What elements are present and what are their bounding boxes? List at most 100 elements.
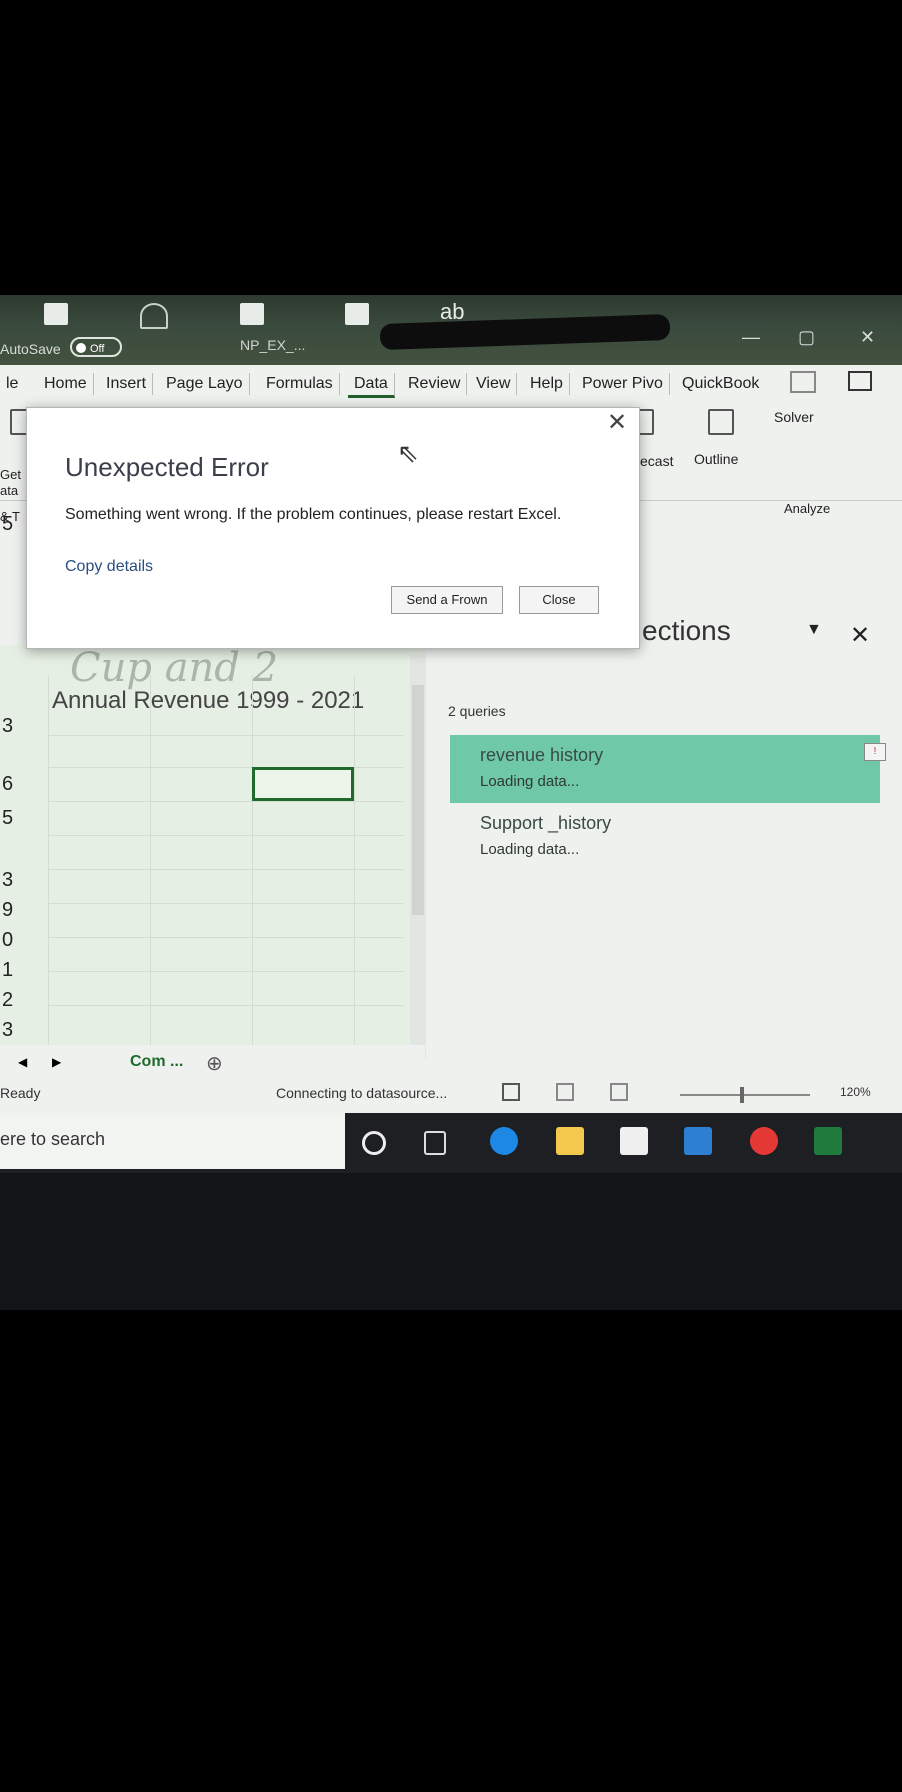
dialog-title: Unexpected Error bbox=[65, 452, 269, 482]
scrollbar-thumb[interactable] bbox=[412, 685, 424, 915]
excel-window: ab AutoSave Off NP_EX_... — ▢ ✕ le Home … bbox=[0, 295, 902, 1310]
query-status: Loading data... bbox=[480, 841, 580, 858]
tab-file[interactable]: le bbox=[0, 373, 24, 395]
file-explorer-icon[interactable] bbox=[556, 1127, 584, 1155]
tab-help[interactable]: Help bbox=[524, 373, 570, 395]
selected-cell[interactable] bbox=[252, 767, 354, 801]
close-window-button[interactable]: ✕ bbox=[860, 327, 875, 348]
share-icon[interactable] bbox=[790, 371, 816, 393]
chrome-icon[interactable] bbox=[750, 1127, 778, 1155]
gridline bbox=[48, 835, 403, 836]
gridline bbox=[48, 801, 403, 802]
tab-review[interactable]: Review bbox=[402, 373, 468, 395]
row-number: 5 bbox=[2, 807, 14, 829]
query-error-icon: ! bbox=[864, 743, 886, 761]
forecast-button[interactable]: ecast bbox=[640, 453, 673, 469]
gridline bbox=[48, 971, 403, 972]
row-number: 3 bbox=[2, 1019, 14, 1041]
queries-pane: ections ▼ ✕ 2 queries revenue history Lo… bbox=[440, 615, 902, 1045]
query-item-support-history[interactable]: Support _history Loading data... bbox=[450, 803, 880, 871]
tab-power-pivot[interactable]: Power Pivo bbox=[576, 373, 670, 395]
comments-icon[interactable] bbox=[848, 371, 872, 391]
redaction-mark bbox=[379, 313, 671, 351]
normal-view-icon[interactable] bbox=[502, 1083, 520, 1101]
query-status: Loading data... bbox=[480, 773, 580, 790]
zoom-slider-thumb[interactable] bbox=[740, 1087, 744, 1103]
close-dialog-button[interactable]: Close bbox=[519, 586, 599, 614]
row-number: 9 bbox=[2, 899, 14, 921]
status-message: Connecting to datasource... bbox=[276, 1085, 448, 1101]
tab-quickbooks[interactable]: QuickBook bbox=[676, 373, 765, 395]
zoom-level[interactable]: 120% bbox=[840, 1085, 871, 1099]
gridline bbox=[48, 869, 403, 870]
tab-insert[interactable]: Insert bbox=[100, 373, 154, 395]
autosave-state: Off bbox=[90, 343, 105, 355]
taskbar-search-box[interactable]: ere to search bbox=[0, 1113, 345, 1169]
row-number: 6 bbox=[2, 773, 14, 795]
row-number: 3 bbox=[2, 869, 14, 891]
row-number: 2 bbox=[2, 989, 14, 1011]
autosave-toggle[interactable]: Off bbox=[70, 337, 122, 357]
tab-formulas[interactable]: Formulas bbox=[260, 373, 340, 395]
excel-icon[interactable] bbox=[814, 1127, 842, 1155]
file-name[interactable]: NP_EX_... bbox=[240, 337, 305, 353]
table-icon[interactable] bbox=[240, 303, 264, 325]
next-sheet-icon[interactable]: ▶ bbox=[52, 1055, 61, 1069]
solver-button[interactable]: Solver bbox=[774, 409, 814, 425]
tab-page-layout[interactable]: Page Layo bbox=[160, 373, 250, 395]
gridline bbox=[48, 903, 403, 904]
outline-button[interactable]: Outline bbox=[694, 451, 738, 467]
get-data-label: Get bbox=[0, 467, 21, 482]
store-icon[interactable] bbox=[620, 1127, 648, 1155]
page-break-view-icon[interactable] bbox=[610, 1083, 628, 1101]
edge-icon[interactable] bbox=[490, 1127, 518, 1155]
chart-icon[interactable] bbox=[345, 303, 369, 325]
undo-icon[interactable] bbox=[140, 303, 168, 329]
dialog-message: Something went wrong. If the problem con… bbox=[65, 506, 562, 523]
pane-close-button[interactable]: ✕ bbox=[850, 621, 870, 650]
gridline bbox=[48, 735, 403, 736]
tab-view[interactable]: View bbox=[470, 373, 518, 395]
analyze-group-label: Analyze bbox=[784, 501, 831, 516]
copy-details-link[interactable]: Copy details bbox=[65, 558, 153, 576]
add-sheet-icon[interactable]: ⊕ bbox=[206, 1051, 223, 1076]
ribbon-tabs: le Home Insert Page Layo Formulas Data R… bbox=[0, 365, 902, 405]
tab-data[interactable]: Data bbox=[348, 373, 395, 398]
page-layout-view-icon[interactable] bbox=[556, 1083, 574, 1101]
row-number: 1 bbox=[2, 959, 14, 981]
pane-options-chevron-icon[interactable]: ▼ bbox=[806, 621, 822, 639]
cortana-icon[interactable] bbox=[362, 1131, 386, 1155]
send-frown-button[interactable]: Send a Frown bbox=[391, 586, 503, 614]
restore-button[interactable]: ▢ bbox=[798, 327, 815, 348]
error-dialog: ✕ ⇖ Unexpected Error Something went wron… bbox=[26, 407, 640, 649]
gridline bbox=[354, 675, 355, 1055]
mail-icon[interactable] bbox=[684, 1127, 712, 1155]
query-name: revenue history bbox=[480, 745, 604, 765]
sheet-tab[interactable]: Com ... bbox=[130, 1053, 183, 1071]
worksheet[interactable]: Cup and 2 Annual Revenue 1999 - 2021 5 3… bbox=[0, 513, 426, 1071]
dialog-close-icon[interactable]: ✕ bbox=[607, 408, 627, 437]
taskbar: ere to search bbox=[0, 1113, 902, 1173]
taskbar-search-placeholder: ere to search bbox=[0, 1129, 106, 1149]
outline-icon[interactable] bbox=[708, 409, 734, 435]
gridline bbox=[252, 675, 253, 1055]
monitor-bezel bbox=[0, 1173, 902, 1310]
prev-sheet-icon[interactable]: ◀ bbox=[18, 1055, 27, 1069]
gridline bbox=[150, 675, 151, 1055]
decorative-heading: Cup and 2 bbox=[70, 645, 279, 691]
row-number: 5 bbox=[2, 513, 14, 535]
gridline bbox=[48, 1005, 403, 1006]
save-icon[interactable] bbox=[44, 303, 68, 325]
gridline bbox=[48, 675, 49, 1055]
query-item-revenue-history[interactable]: revenue history Loading data... ! bbox=[450, 735, 886, 803]
sheet-title-cell[interactable]: Annual Revenue 1999 - 2021 bbox=[52, 687, 364, 715]
zoom-slider[interactable] bbox=[680, 1094, 810, 1096]
row-number: 3 bbox=[2, 715, 14, 737]
minimize-button[interactable]: — bbox=[742, 327, 760, 348]
data-label: ata bbox=[0, 483, 19, 498]
tab-home[interactable]: Home bbox=[38, 373, 94, 395]
task-view-icon[interactable] bbox=[424, 1131, 446, 1155]
status-ready: Ready bbox=[0, 1085, 41, 1101]
pane-title: ections bbox=[642, 615, 731, 646]
top-black-area bbox=[0, 0, 902, 295]
